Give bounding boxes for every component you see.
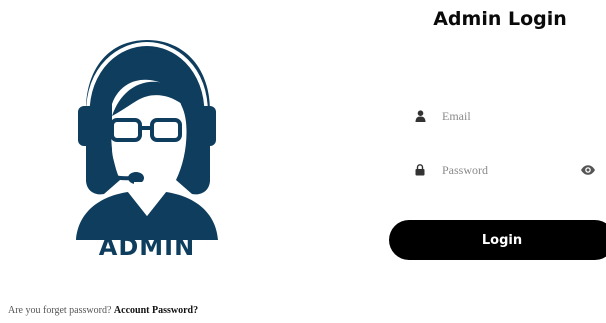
admin-headset-avatar-icon [76,40,218,240]
login-button[interactable]: Login [389,220,606,260]
page-title: Admin Login [433,8,567,30]
eye-icon[interactable] [580,162,596,178]
admin-avatar-illustration: ADMIN [68,30,226,266]
email-input[interactable] [442,108,572,124]
admin-caption: ADMIN [98,233,196,261]
forgot-password-prompt: Are you forget password? [8,305,112,316]
password-input[interactable] [442,162,572,178]
forgot-password-line: Are you forget password? Account Passwor… [8,305,198,316]
lock-icon [412,162,428,178]
account-password-link[interactable]: Account Password? [114,305,198,316]
user-icon [412,108,428,124]
password-field-row [412,157,606,183]
email-field-row [412,103,606,129]
